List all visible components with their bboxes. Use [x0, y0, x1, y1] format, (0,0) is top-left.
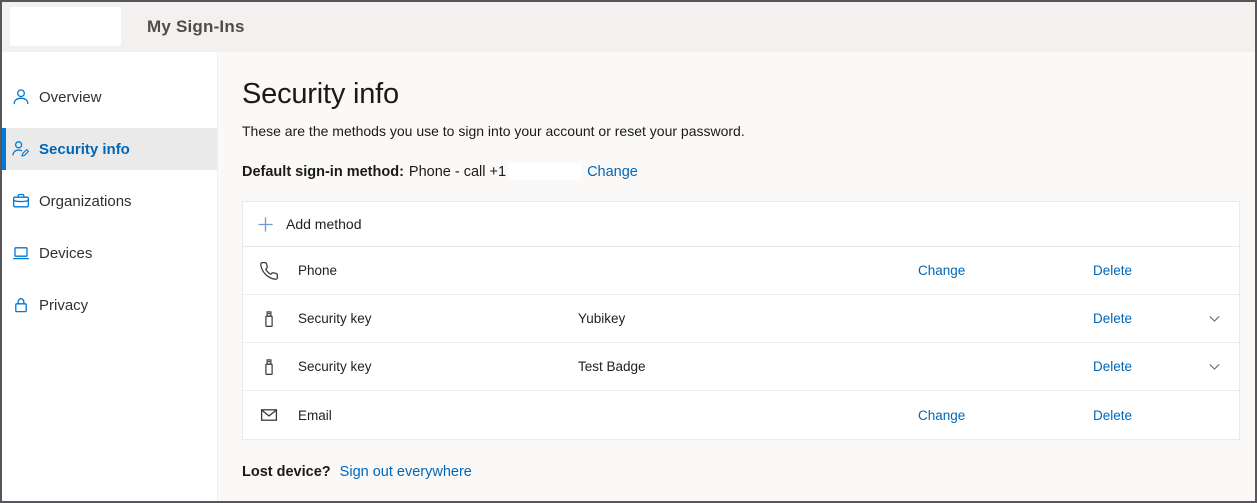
- method-detail: Yubikey: [578, 311, 918, 326]
- sidebar-item-devices[interactable]: Devices: [2, 232, 217, 274]
- page-description: These are the methods you use to sign in…: [242, 123, 1255, 139]
- email-delete-link[interactable]: Delete: [1093, 408, 1203, 423]
- email-change-link[interactable]: Change: [918, 408, 1093, 423]
- add-method-button[interactable]: Add method: [243, 202, 1239, 247]
- default-method-change-link[interactable]: Change: [587, 164, 638, 180]
- person-icon: [11, 87, 31, 107]
- method-row-phone: Phone Change Delete: [243, 247, 1239, 295]
- email-icon: [258, 404, 280, 426]
- sidebar-item-privacy[interactable]: Privacy: [2, 284, 217, 326]
- org-logo: [10, 7, 121, 46]
- sidebar-item-label: Overview: [39, 89, 102, 106]
- sidebar-item-organizations[interactable]: Organizations: [2, 180, 217, 222]
- sidebar-item-label: Security info: [39, 141, 130, 158]
- phone-delete-link[interactable]: Delete: [1093, 263, 1203, 278]
- sidebar-item-label: Privacy: [39, 297, 88, 314]
- security-key-1-delete-link[interactable]: Delete: [1093, 311, 1203, 326]
- default-signin-method-line: Default sign-in method: Phone - call +1 …: [242, 163, 1255, 180]
- default-method-label: Default sign-in method:: [242, 164, 404, 180]
- security-key-2-expand-button[interactable]: [1203, 356, 1225, 378]
- my-signins-page: My Sign-Ins Overview: [0, 0, 1257, 503]
- lock-icon: [11, 295, 31, 315]
- method-row-security-key-test-badge: Security key Test Badge Delete: [243, 343, 1239, 391]
- sidebar-nav: Overview Security info: [2, 52, 218, 503]
- sidebar-item-security-info[interactable]: Security info: [2, 128, 217, 170]
- method-name: Security key: [298, 311, 578, 326]
- method-row-email: Email Change Delete: [243, 391, 1239, 439]
- page-title: Security info: [242, 78, 1255, 111]
- laptop-icon: [11, 243, 31, 263]
- app-title: My Sign-Ins: [147, 17, 245, 37]
- briefcase-icon: [11, 191, 31, 211]
- security-key-2-delete-link[interactable]: Delete: [1093, 359, 1203, 374]
- top-header-bar: My Sign-Ins: [2, 2, 1255, 52]
- method-detail: Test Badge: [578, 359, 918, 374]
- method-name: Email: [298, 408, 578, 423]
- main-content: Security info These are the methods you …: [218, 52, 1255, 503]
- sidebar-item-overview[interactable]: Overview: [2, 76, 217, 118]
- method-name: Phone: [298, 263, 578, 278]
- person-pen-icon: [11, 139, 31, 159]
- lost-device-line: Lost device? Sign out everywhere: [242, 464, 1255, 480]
- phone-change-link[interactable]: Change: [918, 263, 1093, 278]
- chevron-down-icon: [1206, 310, 1223, 327]
- default-method-value: Phone - call +1: [409, 164, 506, 180]
- method-name: Security key: [298, 359, 578, 374]
- redacted-phone-number: [508, 163, 581, 180]
- sidebar-item-label: Devices: [39, 245, 92, 262]
- usb-key-icon: [258, 308, 280, 330]
- add-method-label: Add method: [286, 216, 362, 232]
- lost-device-label: Lost device?: [242, 464, 331, 480]
- sign-out-everywhere-link[interactable]: Sign out everywhere: [340, 464, 472, 480]
- usb-key-icon: [258, 356, 280, 378]
- chevron-down-icon: [1206, 358, 1223, 375]
- security-methods-table: Add method Phone Change Delete: [242, 201, 1240, 440]
- security-key-1-expand-button[interactable]: [1203, 308, 1225, 330]
- plus-icon: [256, 215, 275, 234]
- phone-icon: [258, 260, 280, 282]
- method-row-security-key-yubikey: Security key Yubikey Delete: [243, 295, 1239, 343]
- sidebar-item-label: Organizations: [39, 193, 132, 210]
